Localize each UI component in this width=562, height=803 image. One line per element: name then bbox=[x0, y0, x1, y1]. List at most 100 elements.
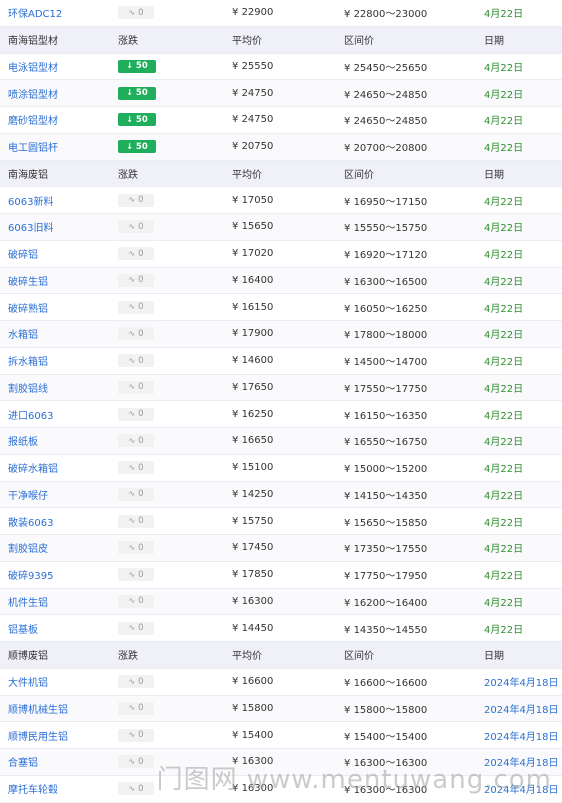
change-value: 50 bbox=[135, 141, 148, 152]
table-row[interactable]: 6063旧料 ∿ 0 ¥ 15650 ¥ 15550～15750 4月22日 bbox=[0, 214, 562, 241]
flat-change-icon: ∿ bbox=[128, 516, 136, 526]
price-range: ¥ 15800～15800 bbox=[342, 701, 484, 716]
table-row[interactable]: 电泳铝型材 ↓ 50 ¥ 25550 ¥ 25450～25650 4月22日 bbox=[0, 53, 562, 81]
currency-symbol: ¥ bbox=[232, 355, 239, 367]
column-header-change: 涨跌 bbox=[118, 36, 138, 48]
product-name-link[interactable]: 割胶铝线 bbox=[0, 380, 118, 395]
change-value: 0 bbox=[138, 328, 144, 339]
product-name-link[interactable]: 进口6063 bbox=[0, 407, 118, 422]
price-range: ¥ 24650～24850 bbox=[342, 86, 484, 101]
price-range-value: 15650～15850 bbox=[353, 517, 428, 529]
change-cell: ↓ 50 bbox=[118, 59, 230, 73]
product-name-link[interactable]: 顺博民用生铝 bbox=[0, 728, 118, 743]
table-row[interactable]: 顺博机械生铝 ∿ 0 ¥ 15800 ¥ 15800～15800 2024年4月18日 bbox=[0, 695, 562, 723]
table-row[interactable]: 散装6063 ∿ 0 ¥ 15750 ¥ 15650～15850 4月22日 bbox=[0, 508, 562, 535]
currency-symbol: ¥ bbox=[344, 704, 351, 716]
table-row[interactable]: 喷涂铝型材 ↓ 50 ¥ 24750 ¥ 24650～24850 4月22日 bbox=[0, 80, 562, 107]
table-row[interactable]: 破碎熟铝 ∿ 0 ¥ 16150 ¥ 16050～16250 4月22日 bbox=[0, 294, 562, 321]
price-range-value: 16600～16600 bbox=[353, 678, 428, 690]
change-value: 0 bbox=[138, 248, 144, 259]
table-row[interactable]: 破碎9395 ∿ 0 ¥ 17850 ¥ 17750～17950 4月22日 bbox=[0, 561, 562, 589]
price-range-value: 20700～20800 bbox=[353, 143, 428, 155]
average-price-value: 22900 bbox=[241, 7, 274, 19]
product-name-link[interactable]: 喷涂铝型材 bbox=[0, 86, 118, 101]
currency-symbol: ¥ bbox=[232, 488, 239, 500]
currency-symbol: ¥ bbox=[232, 435, 239, 447]
average-price: ¥ 17050 bbox=[230, 195, 342, 206]
product-name-link[interactable]: 破碎铝 bbox=[0, 246, 118, 261]
table-row[interactable]: 干净喉仔 ∿ 0 ¥ 14250 ¥ 14150～14350 4月22日 bbox=[0, 481, 562, 509]
product-name-link[interactable]: 磨砂铝型材 bbox=[0, 112, 118, 127]
column-header-range: 区间价 bbox=[344, 36, 374, 48]
table-row[interactable]: 破碎生铝 ∿ 0 ¥ 16400 ¥ 16300～16500 4月22日 bbox=[0, 267, 562, 295]
average-price-value: 16250 bbox=[241, 408, 274, 420]
product-name-link[interactable]: 合塞铝 bbox=[0, 754, 118, 769]
table-row[interactable]: 机件生铝 ∿ 0 ¥ 16300 ¥ 16200～16400 4月22日 bbox=[0, 588, 562, 616]
table-row[interactable]: 割胶铝线 ∿ 0 ¥ 17650 ¥ 17550～17750 4月22日 bbox=[0, 374, 562, 402]
price-range: ¥ 20700～20800 bbox=[342, 139, 484, 154]
average-price-value: 16600 bbox=[241, 676, 274, 688]
product-name-link[interactable]: 顺博机械生铝 bbox=[0, 701, 118, 716]
average-price: ¥ 22900 bbox=[230, 7, 342, 18]
currency-symbol: ¥ bbox=[344, 437, 351, 449]
table-row[interactable]: 拆水箱铝 ∿ 0 ¥ 14600 ¥ 14500～14700 4月22日 bbox=[0, 347, 562, 375]
change-value: 0 bbox=[138, 623, 144, 634]
table-row[interactable]: 割胶铝皮 ∿ 0 ¥ 17450 ¥ 17350～17550 4月22日 bbox=[0, 535, 562, 562]
change-cell: ∿ 0 bbox=[118, 193, 230, 207]
date-cell: 4月22日 bbox=[484, 357, 524, 369]
change-value: 0 bbox=[138, 435, 144, 446]
product-name-link[interactable]: 环保ADC12 bbox=[0, 5, 118, 20]
table-row[interactable]: 破碎铝 ∿ 0 ¥ 17020 ¥ 16920～17120 4月22日 bbox=[0, 240, 562, 268]
currency-symbol: ¥ bbox=[232, 542, 239, 554]
product-name-link[interactable]: 破碎熟铝 bbox=[0, 300, 118, 315]
price-range-value: 15550～15750 bbox=[353, 223, 428, 235]
product-name-link[interactable]: 散装6063 bbox=[0, 514, 118, 529]
product-name-link[interactable]: 电工圆铝杆 bbox=[0, 139, 118, 154]
table-row[interactable]: 电工圆铝杆 ↓ 50 ¥ 20750 ¥ 20700～20800 4月22日 bbox=[0, 133, 562, 161]
product-name-link[interactable]: 6063新料 bbox=[0, 193, 118, 208]
product-name-link[interactable]: 拆水箱铝 bbox=[0, 353, 118, 368]
product-name-link[interactable]: 电泳铝型材 bbox=[0, 59, 118, 74]
flat-change-icon: ∿ bbox=[128, 623, 136, 633]
table-row[interactable]: 水箱铝 ∿ 0 ¥ 17900 ¥ 17800～18000 4月22日 bbox=[0, 321, 562, 348]
average-price-value: 17900 bbox=[241, 328, 274, 340]
average-price-value: 17450 bbox=[241, 542, 274, 554]
product-name-link[interactable]: 破碎9395 bbox=[0, 567, 118, 582]
average-price-value: 24750 bbox=[241, 114, 274, 126]
product-name-link[interactable]: 水箱铝 bbox=[0, 326, 118, 341]
table-row[interactable]: 6063新料 ∿ 0 ¥ 17050 ¥ 16950～17150 4月22日 bbox=[0, 187, 562, 214]
average-price-value: 17050 bbox=[241, 194, 274, 206]
product-name-link[interactable]: 摩托车轮毂 bbox=[0, 781, 118, 796]
currency-symbol: ¥ bbox=[232, 729, 239, 741]
product-name-link[interactable]: 割胶铝皮 bbox=[0, 540, 118, 555]
price-range: ¥ 16150～16350 bbox=[342, 407, 484, 422]
watermark: 门图网 www.mentuwang.com bbox=[156, 765, 552, 795]
table-row[interactable]: 报纸板 ∿ 0 ¥ 16650 ¥ 16550～16750 4月22日 bbox=[0, 428, 562, 455]
product-name-link[interactable]: 大件机铝 bbox=[0, 674, 118, 689]
currency-symbol: ¥ bbox=[344, 89, 351, 101]
date-cell: 4月22日 bbox=[484, 116, 524, 128]
table-row[interactable]: 环保ADC12 ∿ 0 ¥ 22900 ¥ 22800～23000 4月22日 bbox=[0, 0, 562, 27]
product-name-link[interactable]: 6063旧料 bbox=[0, 219, 118, 234]
product-name-link[interactable]: 干净喉仔 bbox=[0, 487, 118, 502]
change-badge: ∿ 0 bbox=[118, 193, 154, 207]
product-name-link[interactable]: 破碎生铝 bbox=[0, 273, 118, 288]
flat-change-icon: ∿ bbox=[128, 248, 136, 258]
product-name-link[interactable]: 破碎水箱铝 bbox=[0, 460, 118, 475]
change-badge: ∿ 0 bbox=[118, 247, 154, 261]
table-row[interactable]: 大件机铝 ∿ 0 ¥ 16600 ¥ 16600～16600 2024年4月18日 bbox=[0, 668, 562, 696]
table-row[interactable]: 磨砂铝型材 ↓ 50 ¥ 24750 ¥ 24650～24850 4月22日 bbox=[0, 107, 562, 134]
change-cell: ∿ 0 bbox=[118, 514, 230, 528]
date-cell: 4月22日 bbox=[484, 624, 524, 636]
product-name-link[interactable]: 机件生铝 bbox=[0, 594, 118, 609]
product-name-link[interactable]: 铝基板 bbox=[0, 621, 118, 636]
table-row[interactable]: 破碎水箱铝 ∿ 0 ¥ 15100 ¥ 15000～15200 4月22日 bbox=[0, 454, 562, 482]
average-price: ¥ 14450 bbox=[230, 623, 342, 634]
change-badge: ∿ 0 bbox=[118, 273, 154, 287]
table-row[interactable]: 铝基板 ∿ 0 ¥ 14450 ¥ 14350～14550 4月22日 bbox=[0, 615, 562, 642]
table-row[interactable]: 进口6063 ∿ 0 ¥ 16250 ¥ 16150～16350 4月22日 bbox=[0, 401, 562, 428]
change-badge: ↓ 50 bbox=[118, 86, 156, 100]
table-row[interactable]: 顺博民用生铝 ∿ 0 ¥ 15400 ¥ 15400～15400 2024年4月18日 bbox=[0, 722, 562, 749]
product-name-link[interactable]: 报纸板 bbox=[0, 433, 118, 448]
change-cell: ∿ 0 bbox=[118, 247, 230, 261]
